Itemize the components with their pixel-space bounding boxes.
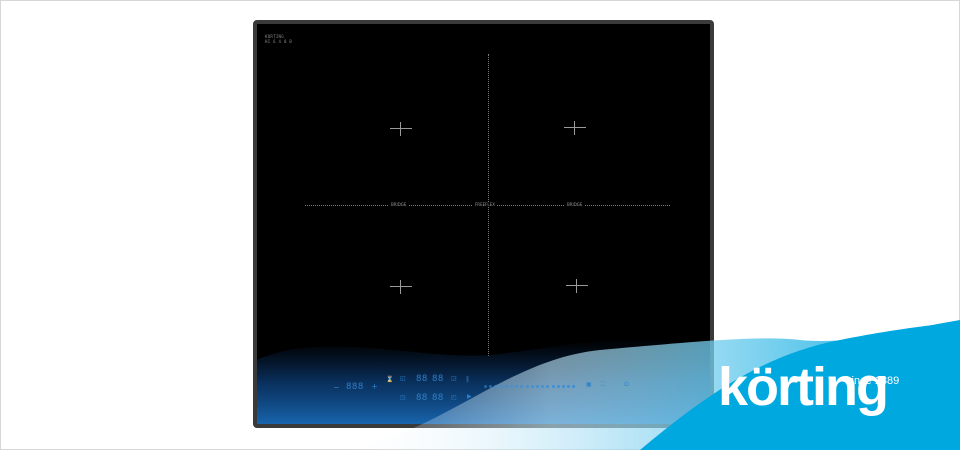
- slider-dot[interactable]: [525, 385, 529, 388]
- slider-dot[interactable]: [494, 385, 498, 388]
- slider-dot[interactable]: [489, 385, 493, 388]
- slider-dot[interactable]: [556, 385, 560, 388]
- zone-top-right-icon[interactable]: ◲: [451, 375, 457, 382]
- slider-dot[interactable]: [541, 385, 545, 388]
- power-display-top-left: 88: [416, 374, 428, 384]
- pause-icon[interactable]: ‖: [466, 376, 469, 383]
- slider-dot[interactable]: [520, 385, 524, 388]
- timer-display: 888: [346, 382, 364, 392]
- zone-bottom-right-icon[interactable]: ◰: [451, 394, 457, 401]
- brand-logo: körting: [718, 357, 889, 417]
- timer-icon[interactable]: ⌛: [386, 376, 393, 383]
- zone-top-left-icon[interactable]: ◱: [400, 375, 406, 382]
- slider-dot[interactable]: [562, 385, 565, 388]
- power-display-top-right: 88: [432, 374, 444, 384]
- slider-dot[interactable]: [546, 385, 550, 388]
- power-display-bottom-left: 88: [416, 393, 428, 403]
- slider-dot[interactable]: [484, 385, 487, 388]
- brand-tagline: since 1889: [846, 375, 900, 387]
- power-display-bottom-right: 88: [432, 393, 444, 403]
- slider-dot[interactable]: [530, 385, 534, 388]
- slider-dot[interactable]: [536, 385, 539, 388]
- minus-button[interactable]: −: [333, 383, 340, 392]
- slider-dot[interactable]: [515, 385, 519, 388]
- lock-icon[interactable]: ⛶: [601, 381, 605, 389]
- zone-bottom-left-icon[interactable]: ◳: [400, 394, 406, 401]
- slider-dot[interactable]: [551, 385, 555, 388]
- plus-button[interactable]: +: [371, 382, 378, 391]
- power-icon[interactable]: ⏻: [624, 381, 629, 389]
- slider-dot[interactable]: [499, 385, 503, 388]
- slider-dot[interactable]: [572, 385, 576, 388]
- slider-dot[interactable]: [510, 385, 513, 388]
- slider-dot[interactable]: [567, 385, 571, 388]
- boost-icon[interactable]: ▣: [586, 381, 592, 388]
- play-icon[interactable]: ▶: [467, 393, 472, 400]
- slider-dot[interactable]: [504, 385, 508, 388]
